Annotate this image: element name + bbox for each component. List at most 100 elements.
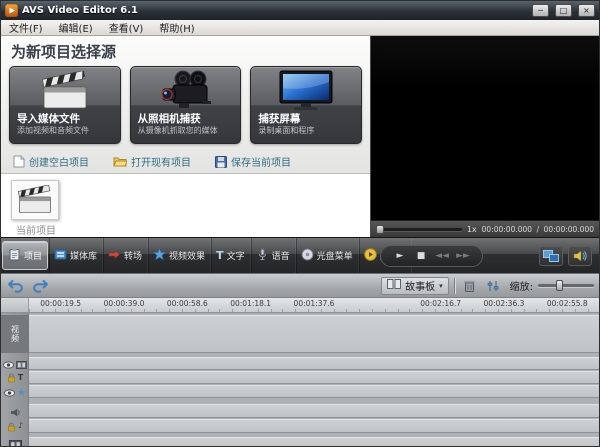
lock-icon[interactable] (7, 417, 16, 436)
save-project-icon (215, 156, 227, 168)
time-total: 00:00:00.000 (544, 225, 594, 234)
volume-button[interactable] (568, 246, 592, 266)
tab-video-effects[interactable]: 视频效果 (148, 238, 211, 273)
preview-panel: 1x 00:00:00.000 / 00:00:00.000 (371, 36, 599, 237)
source-label: 捕获屏幕 (258, 113, 354, 125)
menu-view[interactable]: 查看(V) (101, 20, 152, 35)
storyboard-icon (387, 279, 401, 292)
effects-track-header[interactable] (1, 385, 29, 398)
audio-track-lane[interactable] (29, 404, 599, 418)
save-project-link[interactable]: 保存当前项目 (215, 154, 291, 169)
capture-camera-button[interactable]: 从照相机捕获 从摄像机抓取您的媒体 (130, 66, 242, 144)
current-project-label: 当前项目 (11, 222, 61, 237)
source-label: 从照相机捕获 (138, 113, 234, 125)
zoom-slider[interactable] (538, 284, 594, 287)
ruler-tick: 00:00:58.6 (156, 298, 219, 312)
ruler-tick: 00:01:37.6 (282, 298, 345, 312)
camcorder-icon (138, 69, 234, 113)
music-track-header[interactable]: ♪ (1, 419, 29, 433)
tab-text[interactable]: T 文字 (211, 238, 251, 273)
menu-bar: 文件(F) 编辑(E) 查看(V) 帮助(H) (1, 20, 599, 36)
maximize-button[interactable]: □ (555, 4, 572, 17)
tab-label: 文字 (227, 249, 245, 262)
undo-button[interactable] (6, 277, 25, 295)
clapperboard-thumbnail (18, 185, 52, 215)
timeline-toolbar: 故事板 ▾ 缩放: (1, 273, 599, 298)
storyboard-label: 故事板 (405, 278, 435, 293)
dual-screen-button[interactable] (539, 246, 563, 266)
source-buttons: 导入媒体文件 添加视频和音频文件 (1, 65, 370, 147)
source-subtitle: 添加视频和音频文件 (17, 126, 113, 136)
open-folder-icon (113, 156, 127, 167)
create-blank-project-link[interactable]: 创建空白项目 (13, 154, 89, 169)
film-icon (9, 435, 22, 447)
mixer-button[interactable] (484, 277, 503, 295)
toolbar-tabs: 项目 媒体库 转场 视频效果 T 文字 语音 (1, 238, 373, 273)
track-row (1, 385, 599, 398)
text-track-lane[interactable] (29, 371, 599, 384)
main-toolbar: 项目 媒体库 转场 视频效果 T 文字 语音 (1, 237, 599, 273)
transport-controls: ► ■ ◄◄ ►► (380, 245, 483, 267)
clapperboard-icon (17, 69, 113, 113)
track-row: 视频 (1, 315, 599, 353)
source-subtitle: 从摄像机抓取您的媒体 (138, 126, 234, 136)
monitor-icon (258, 69, 354, 113)
menu-file[interactable]: 文件(F) (1, 20, 51, 35)
mix-track-header[interactable] (1, 437, 29, 446)
tab-project[interactable]: 项目 (2, 241, 48, 270)
timeline-ruler[interactable]: 00:00:19.5 00:00:39.0 00:00:58.6 00:01:1… (1, 298, 599, 313)
overlay-track-lane[interactable] (29, 357, 599, 370)
speaker-icon (573, 250, 587, 262)
menu-help[interactable]: 帮助(H) (151, 20, 202, 35)
tab-label: 媒体库 (70, 249, 97, 262)
track-row: ♪ (1, 419, 599, 433)
time-separator: / (537, 225, 540, 234)
link-label: 保存当前项目 (231, 154, 291, 169)
current-project-thumbnail[interactable] (11, 180, 59, 220)
menu-edit[interactable]: 编辑(E) (51, 20, 101, 35)
text-icon: T (216, 250, 224, 261)
tab-label: 转场 (124, 249, 142, 262)
tab-transitions[interactable]: 转场 (103, 238, 148, 273)
mix-track-lane[interactable] (29, 437, 599, 446)
video-effects-icon (153, 248, 166, 264)
zoom-label: 缩放: (510, 278, 533, 293)
source-label: 导入媒体文件 (17, 113, 113, 125)
video-track-lane[interactable] (29, 315, 599, 353)
ruler-corner (1, 298, 29, 312)
app-icon (5, 4, 18, 17)
minimize-button[interactable]: ─ (532, 4, 549, 17)
star-icon (17, 382, 26, 401)
play-button[interactable]: ► (391, 248, 409, 264)
capture-screen-button[interactable]: 捕获屏幕 录制桌面和程序 (250, 66, 362, 144)
welcome-panel: 为新项目选择源 导入媒体文件 添加视频和音 (1, 36, 371, 237)
music-track-lane[interactable] (29, 419, 599, 433)
track-row (1, 357, 599, 370)
open-project-link[interactable]: 打开现有项目 (113, 154, 191, 169)
redo-button[interactable] (30, 277, 49, 295)
preview-controls: 1x 00:00:00.000 / 00:00:00.000 (371, 220, 599, 237)
storyboard-toggle[interactable]: 故事板 ▾ (381, 277, 449, 295)
eye-icon[interactable] (4, 382, 15, 401)
next-frame-button[interactable]: ►► (454, 248, 472, 264)
tab-media-library[interactable]: 媒体库 (49, 238, 103, 273)
video-track-header[interactable]: 视频 (1, 315, 29, 353)
seek-handle[interactable] (376, 225, 384, 234)
prev-frame-button[interactable]: ◄◄ (433, 248, 451, 264)
zoom-handle[interactable] (556, 280, 563, 291)
playback-speed: 1x (467, 225, 477, 234)
tab-disc-menu[interactable]: 光盘菜单 (296, 238, 359, 273)
app-window: AVS Video Editor 6.1 ─ □ × 文件(F) 编辑(E) 查… (0, 0, 600, 447)
import-media-button[interactable]: 导入媒体文件 添加视频和音频文件 (9, 66, 121, 144)
project-links: 创建空白项目 打开现有项目 保存当前项目 (1, 147, 370, 173)
stop-button[interactable]: ■ (412, 248, 430, 264)
seek-slider[interactable] (376, 228, 462, 231)
timecode-display: 00:00:00.000 / 00:00:00.000 (482, 225, 594, 234)
tab-voice[interactable]: 语音 (251, 238, 296, 273)
transitions-icon (108, 248, 121, 264)
tab-label: 视频效果 (169, 249, 205, 262)
tab-label: 项目 (24, 249, 42, 262)
close-button[interactable]: × (578, 4, 595, 17)
delete-button[interactable] (460, 277, 479, 295)
effects-track-lane[interactable] (29, 385, 599, 398)
